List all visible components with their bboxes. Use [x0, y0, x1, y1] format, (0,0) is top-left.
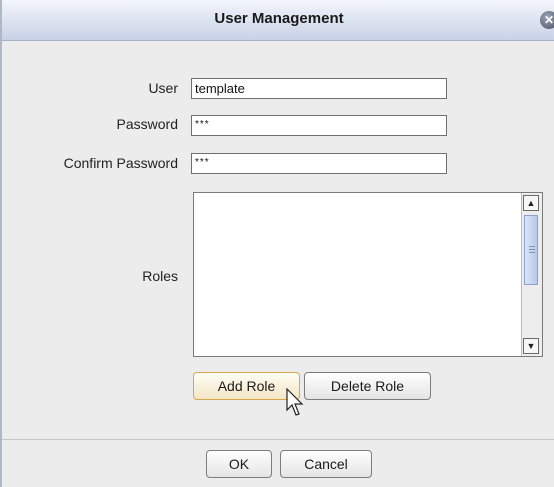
- user-label: User: [148, 80, 178, 96]
- scroll-down-arrow-icon[interactable]: ▼: [523, 338, 539, 354]
- password-label: Password: [116, 116, 178, 132]
- grip-line: [529, 246, 535, 247]
- ok-button[interactable]: OK: [206, 450, 272, 478]
- scrollbar-thumb[interactable]: [524, 215, 538, 285]
- roles-list[interactable]: ▲ ▼: [193, 192, 543, 357]
- roles-scrollbar[interactable]: ▲ ▼: [521, 193, 542, 356]
- confirm-password-label: Confirm Password: [63, 155, 178, 171]
- mouse-pointer-icon: [286, 388, 304, 416]
- cancel-button[interactable]: Cancel: [280, 450, 372, 478]
- close-icon[interactable]: ✕: [540, 11, 554, 29]
- user-management-dialog: User Management ✕ User Password Confirm …: [0, 0, 554, 487]
- grip-line: [529, 249, 535, 250]
- delete-role-button[interactable]: Delete Role: [304, 372, 431, 400]
- user-field[interactable]: [191, 78, 447, 99]
- confirm-password-field[interactable]: [191, 153, 447, 174]
- grip-line: [529, 252, 535, 253]
- roles-label: Roles: [142, 268, 178, 284]
- dialog-title: User Management: [214, 10, 344, 27]
- scroll-up-arrow-icon[interactable]: ▲: [523, 195, 539, 211]
- footer-separator: [2, 439, 554, 440]
- title-bar[interactable]: User Management ✕: [2, 0, 554, 41]
- add-role-button[interactable]: Add Role: [193, 372, 300, 400]
- password-field[interactable]: [191, 115, 447, 136]
